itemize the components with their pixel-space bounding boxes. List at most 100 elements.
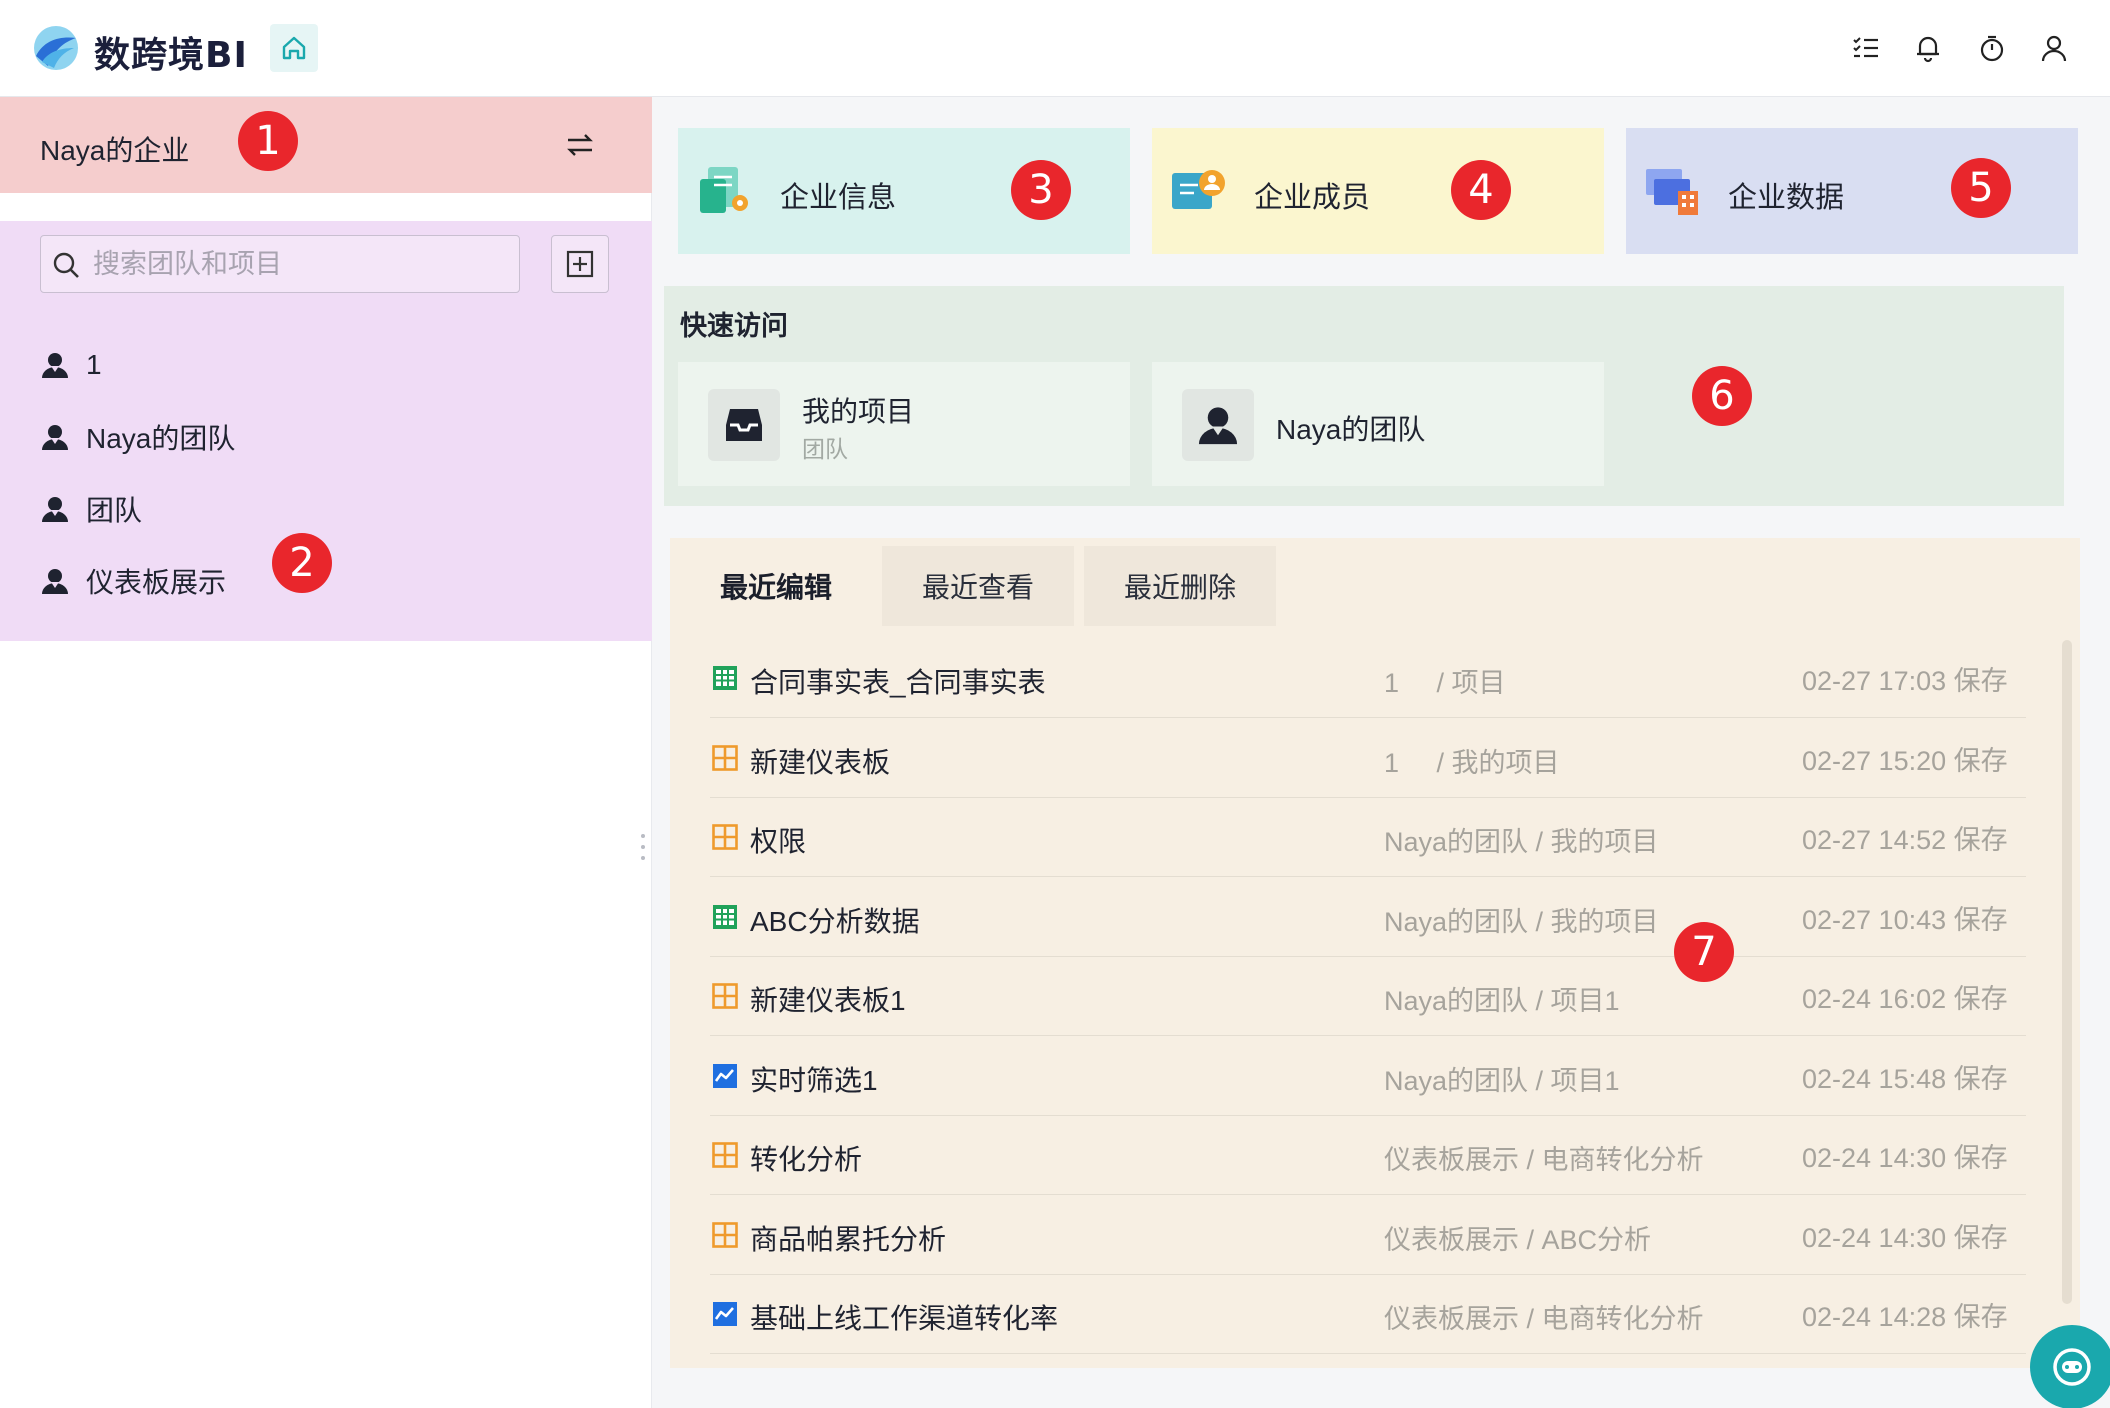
quick-access-icon-box xyxy=(708,389,780,461)
recent-item-path: 1 / 我的项目 xyxy=(1384,747,1560,778)
quick-access-name: 我的项目 xyxy=(802,396,915,427)
recent-item-time: 02-27 15:20 保存 xyxy=(1802,745,2008,776)
recent-item-name: 新建仪表板1 xyxy=(750,985,906,1016)
logo-icon xyxy=(34,26,78,70)
recent-item-name: 实时筛选1 xyxy=(750,1064,878,1096)
recent-row[interactable]: 转化分析 仪表板展示 / 电商转化分析 02-24 14:30 保存 xyxy=(710,1115,2026,1195)
recent-item-time: 02-24 14:30 保存 xyxy=(1802,1143,2008,1173)
recent-item-path: 仪表板展示 / 电商转化分析 xyxy=(1384,1145,1704,1175)
team-icon xyxy=(42,569,68,594)
recent-item-name: ABC分析数据 xyxy=(750,905,920,937)
search-icon xyxy=(53,252,79,278)
annotation-badge-4: 4 xyxy=(1451,160,1511,220)
timer-button[interactable] xyxy=(1974,30,2010,66)
sidebar-team-item[interactable]: Naya的团队 xyxy=(40,415,235,459)
recent-item-time: 02-24 14:30 保存 xyxy=(1802,1222,2008,1253)
tab-recent-delete[interactable]: 最近删除 xyxy=(1084,546,1276,626)
search-box[interactable] xyxy=(40,235,520,293)
team-icon xyxy=(42,353,68,378)
quick-access-item-team[interactable]: Naya的团队 xyxy=(1152,362,1604,486)
recent-item-name: 合同事实表_合同事实表 xyxy=(750,667,1046,698)
card-enterprise-data[interactable]: 企业数据 5 xyxy=(1626,128,2078,254)
add-team-button[interactable] xyxy=(551,235,609,293)
team-label: 仪表板展示 xyxy=(86,567,227,598)
annotation-badge-5: 5 xyxy=(1951,158,2011,218)
dashboard-icon xyxy=(712,1142,738,1168)
quick-access-name: Naya的团队 xyxy=(1276,414,1426,445)
team-label: 1 xyxy=(86,349,102,380)
enterprise-members-icon xyxy=(1172,170,1225,209)
card-enterprise-info[interactable]: 企业信息 3 xyxy=(678,128,1130,254)
team-icon xyxy=(42,425,68,450)
recent-item-time: 02-24 15:48 保存 xyxy=(1802,1063,2008,1094)
recent-row[interactable]: 权限 Naya的团队 / 我的项目 02-27 14:52 保存 xyxy=(710,797,2026,877)
team-icon xyxy=(1198,407,1238,445)
table-icon xyxy=(712,904,738,930)
resize-handle-icon[interactable] xyxy=(640,832,646,862)
dashboard-icon xyxy=(712,744,738,771)
inbox-icon xyxy=(726,409,762,441)
recent-item-name: 权限 xyxy=(750,826,807,857)
recent-row[interactable]: 新建仪表板1 Naya的团队 / 项目1 02-24 16:02 保存 xyxy=(710,956,2026,1036)
recent-item-name: 新建仪表板 xyxy=(750,746,891,778)
team-label: 团队 xyxy=(86,495,143,526)
table-icon xyxy=(712,665,738,691)
recent-panel: 最近编辑 最近查看 最近删除 合同事实表_合同事实表 1 / 项目 02-27 17… xyxy=(670,538,2080,1368)
user-icon xyxy=(2041,35,2067,62)
task-list-button[interactable] xyxy=(1848,30,1884,66)
enterprise-switcher[interactable]: Naya的企业 1 xyxy=(0,97,652,193)
recent-row[interactable]: 基础上线工作渠道转化率 仪表板展示 / 电商转化分析 02-24 14:28 保存 xyxy=(710,1274,2026,1354)
dashboard-icon xyxy=(712,983,738,1009)
annotation-badge-2: 2 xyxy=(272,533,332,593)
annotation-badge-3: 3 xyxy=(1011,160,1071,220)
recent-item-name: 商品帕累托分析 xyxy=(750,1223,947,1255)
recent-item-time: 02-27 17:03 保存 xyxy=(1802,666,2008,696)
chat-icon xyxy=(2053,1348,2091,1386)
notification-button[interactable] xyxy=(1910,30,1946,66)
recent-row[interactable]: ABC分析数据 Naya的团队 / 我的项目 02-27 10:43 保存 xyxy=(710,877,2026,957)
search-input[interactable] xyxy=(93,244,503,284)
card-label: 企业数据 xyxy=(1728,182,1845,214)
enterprise-info-icon xyxy=(700,167,748,213)
recent-item-path: Naya的团队 / 项目1 xyxy=(1384,1065,1620,1096)
annotation-badge-7: 7 xyxy=(1674,922,1734,982)
recent-row[interactable]: 新建仪表板 1 / 我的项目 02-27 15:20 保存 xyxy=(710,718,2026,798)
sidebar-team-item[interactable]: 仪表板展示 xyxy=(40,559,226,603)
stopwatch-icon xyxy=(1980,35,2004,62)
home-icon xyxy=(282,36,306,60)
sidebar-team-item[interactable]: 1 xyxy=(40,343,102,387)
recent-list-scrollbar[interactable] xyxy=(2062,640,2072,1304)
quick-access-panel: 快速访问 我的项目 团队 Naya的团队 6 xyxy=(664,286,2064,506)
quick-access-sub: 团队 xyxy=(802,436,848,462)
sidebar: Naya的企业 1 搜索团队和项目 1 Naya的团队 团队 仪表板展示 2 xyxy=(0,97,652,1408)
quick-access-icon-box xyxy=(1182,389,1254,461)
annotation-badge-6: 6 xyxy=(1692,366,1752,426)
recent-item-path: Naya的团队 / 我的项目 xyxy=(1384,906,1659,937)
plus-square-icon xyxy=(566,250,594,278)
recent-item-name: 转化分析 xyxy=(750,1144,863,1175)
card-enterprise-members[interactable]: 企业成员 4 xyxy=(1152,128,1604,254)
recent-item-path: 仪表板展示 / ABC分析 xyxy=(1384,1224,1652,1255)
sidebar-team-item[interactable]: 团队 xyxy=(40,487,142,531)
chat-support-button[interactable] xyxy=(2030,1325,2110,1408)
team-icon xyxy=(42,497,68,522)
recent-item-time: 02-27 10:43 保存 xyxy=(1802,904,2008,935)
tab-recent-view[interactable]: 最近查看 xyxy=(882,546,1074,626)
home-button[interactable] xyxy=(270,24,318,72)
switch-enterprise-button[interactable] xyxy=(560,125,600,165)
recent-row[interactable]: 实时筛选1 Naya的团队 / 项目1 02-24 15:48 保存 xyxy=(710,1036,2026,1116)
recent-item-time: 02-24 14:28 保存 xyxy=(1802,1302,2008,1332)
card-label: 企业信息 xyxy=(780,182,897,214)
recent-item-path: 1 / 项目 xyxy=(1384,668,1506,698)
swap-icon xyxy=(567,134,593,156)
quick-access-title: 快速访问 xyxy=(680,311,788,341)
card-label: 企业成员 xyxy=(1254,182,1371,214)
recent-row[interactable]: 合同事实表_合同事实表 1 / 项目 02-27 17:03 保存 xyxy=(710,638,2026,718)
enterprise-data-icon xyxy=(1646,169,1698,215)
recent-row[interactable]: 商品帕累托分析 仪表板展示 / ABC分析 02-24 14:30 保存 xyxy=(710,1195,2026,1275)
user-profile-button[interactable] xyxy=(2036,30,2072,66)
recent-item-path: Naya的团队 / 项目1 xyxy=(1384,986,1620,1016)
quick-access-item-my-projects[interactable]: 我的项目 团队 xyxy=(678,362,1130,486)
dashboard-icon xyxy=(712,1221,738,1248)
tab-recent-edit[interactable]: 最近编辑 xyxy=(680,546,872,626)
